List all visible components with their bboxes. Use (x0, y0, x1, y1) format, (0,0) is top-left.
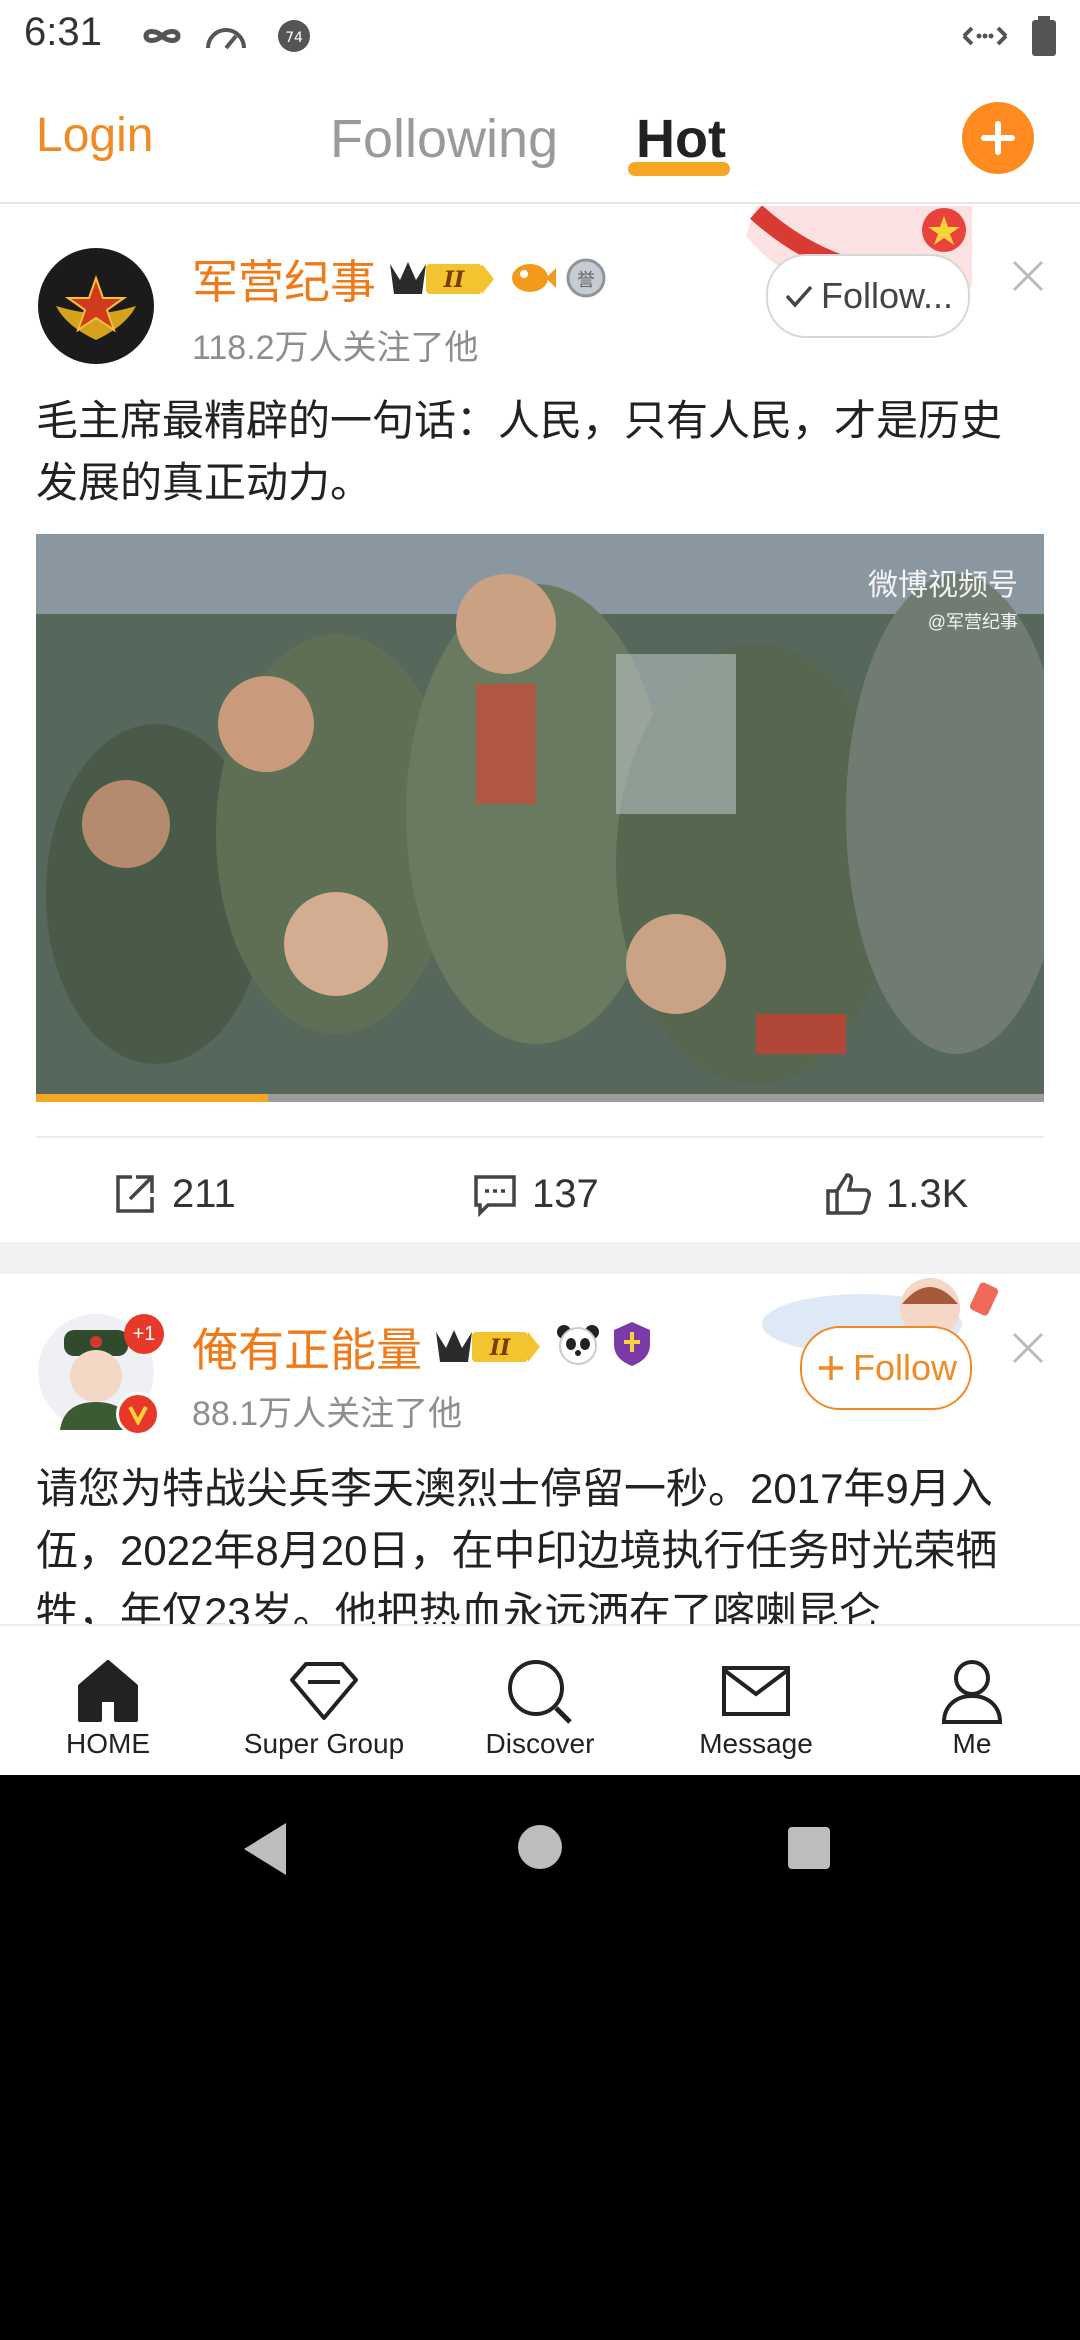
divider (36, 1136, 1044, 1138)
video-watermark: 微博视频号 @军营纪事 (868, 560, 1018, 634)
repost-button[interactable]: 211 (112, 1164, 236, 1224)
data-transfer-icon (960, 14, 1010, 63)
like-count: 1.3K (886, 1171, 969, 1216)
army-emblem-icon (56, 274, 136, 340)
svg-text:74: 74 (285, 30, 303, 46)
avatar[interactable] (38, 248, 154, 364)
tab-label: Message (699, 1728, 813, 1759)
watermark-handle: @军营纪事 (927, 612, 1018, 632)
app-screen: 6:31 74 Login Following Hot 军营纪事 II 誉 11… (0, 0, 1080, 1775)
comment-button[interactable]: 137 (472, 1164, 599, 1224)
post-separator (0, 1242, 1080, 1274)
plus-icon (818, 1356, 843, 1380)
battery-icon (1030, 14, 1058, 63)
video-player[interactable]: 微博视频号 @军营纪事 (36, 534, 1044, 1100)
repost-count: 211 (172, 1171, 236, 1216)
home-icon (78, 1660, 138, 1722)
tab-message[interactable]: Message (648, 1626, 864, 1775)
repost-icon (116, 1175, 154, 1213)
comment-icon (474, 1175, 516, 1217)
person-icon (941, 1660, 1003, 1724)
active-tab-indicator (628, 162, 730, 176)
medal-badge-icon: 誉 (564, 252, 608, 305)
watermark-title: 微博视频号 (868, 569, 1018, 602)
diamond-icon (290, 1662, 358, 1720)
check-icon (785, 285, 813, 308)
android-nav-bar (0, 1775, 1080, 1925)
follow-label: Follow... (820, 275, 954, 316)
follow-label: Follow (852, 1347, 958, 1388)
tab-label: Super Group (243, 1728, 405, 1759)
tab-discover[interactable]: Discover (432, 1626, 648, 1775)
svg-text:誉: 誉 (577, 270, 595, 291)
plus-icon (981, 121, 1015, 155)
feed-post: 军营纪事 II 誉 118.2万人关注了他 Follow... 毛主席最精辟的一… (0, 204, 1080, 1242)
top-nav: Login Following Hot (0, 72, 1080, 204)
level-badge: II (432, 1322, 544, 1373)
tab-label: HOME (66, 1728, 150, 1759)
infinity-icon (140, 14, 184, 63)
comment-count: 137 (532, 1171, 599, 1216)
level-text: II (443, 267, 465, 293)
back-icon[interactable] (240, 1821, 290, 1877)
post-text[interactable]: 毛主席最精辟的一句话：人民，只有人民，才是历史发展的真正动力。 (36, 390, 1036, 514)
follow-button[interactable]: Follow... (766, 254, 970, 338)
like-button[interactable]: 1.3K (824, 1164, 968, 1224)
bottom-tab-bar: HOME Super Group Discover Message Me (0, 1624, 1080, 1775)
tab-me[interactable]: Me (864, 1626, 1080, 1775)
search-icon (508, 1660, 572, 1724)
notification-dot-icon: 74 (276, 14, 312, 63)
tab-home[interactable]: HOME (0, 1626, 216, 1775)
home-circle-icon[interactable] (516, 1823, 564, 1871)
level-text: II (489, 1335, 511, 1361)
avatar-notification-badge: +1 (124, 1314, 164, 1354)
follower-count: 88.1万人关注了他 (192, 1395, 463, 1433)
post-text[interactable]: 请您为特战尖兵李天澳烈士停留一秒。2017年9月入伍，2022年8月20日，在中… (36, 1458, 1036, 1624)
status-time: 6:31 (24, 10, 102, 54)
close-icon[interactable] (1010, 1330, 1046, 1366)
recents-icon[interactable] (786, 1825, 832, 1871)
tab-following[interactable]: Following (330, 108, 558, 170)
username[interactable]: 军营纪事 (192, 246, 376, 312)
video-progress-fill (36, 1094, 268, 1102)
username[interactable]: 俺有正能量 (192, 1314, 422, 1380)
level-badge: II (386, 254, 498, 305)
tab-super-group[interactable]: Super Group (216, 1626, 432, 1775)
envelope-icon (722, 1666, 790, 1716)
fish-badge-icon (508, 254, 556, 303)
thumbs-up-icon (826, 1173, 871, 1215)
speedometer-icon (202, 14, 250, 63)
tab-label: Me (952, 1728, 992, 1759)
shield-badge-icon (610, 1320, 654, 1373)
tab-label: Discover (485, 1728, 595, 1759)
compose-button[interactable] (962, 102, 1034, 174)
close-icon[interactable] (1010, 258, 1046, 294)
panda-badge-icon (554, 1320, 602, 1373)
follow-button[interactable]: Follow (800, 1326, 972, 1410)
verified-v-icon (116, 1392, 160, 1436)
tab-hot[interactable]: Hot (636, 108, 726, 170)
follower-count: 118.2万人关注了他 (192, 329, 479, 367)
status-bar: 6:31 74 (0, 0, 1080, 72)
login-link[interactable]: Login (36, 108, 153, 163)
feed-post: +1 俺有正能量 II 88.1万人关注了他 Follow 请您为特战尖兵李天澳… (0, 1274, 1080, 1624)
